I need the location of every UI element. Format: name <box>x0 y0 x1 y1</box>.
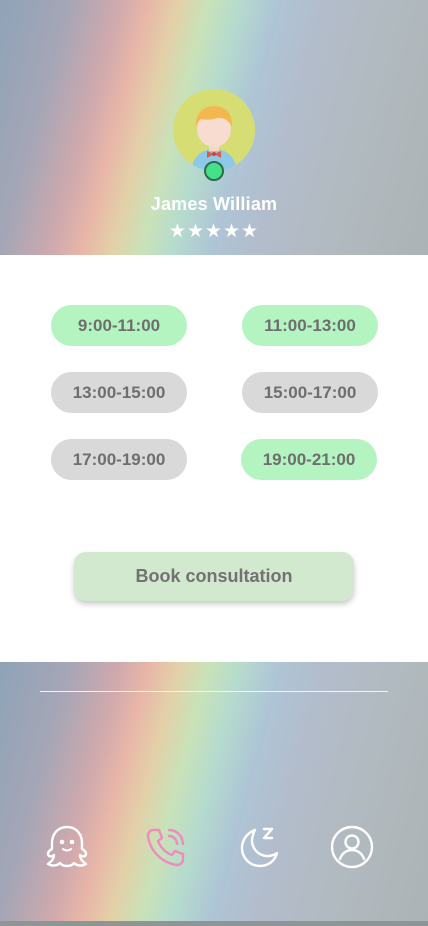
bottom-nav-bar <box>0 662 428 926</box>
avatar[interactable] <box>173 89 255 171</box>
rating-stars: ★★★★★ <box>168 221 260 242</box>
time-slot-15-17[interactable]: 15:00-17:00 <box>242 372 378 413</box>
profile-name: James William <box>150 194 278 214</box>
nav-item-profile[interactable] <box>329 824 375 870</box>
time-slot-17-19[interactable]: 17:00-19:00 <box>51 439 187 480</box>
time-slot-19-21[interactable]: 19:00-21:00 <box>241 439 377 480</box>
boy-avatar-icon <box>191 106 237 171</box>
divider <box>40 691 388 692</box>
book-consultation-button[interactable]: Book consultation <box>74 552 354 601</box>
profile-header: James William ★★★★★ <box>0 0 428 255</box>
time-slot-11-13[interactable]: 11:00-13:00 <box>242 305 378 346</box>
nav-item-sleep[interactable] <box>236 824 282 870</box>
time-slot-9-11[interactable]: 9:00-11:00 <box>51 305 187 346</box>
phone-call-icon <box>146 828 185 867</box>
nav-item-call[interactable] <box>143 824 189 870</box>
bottom-strip <box>0 921 428 926</box>
ghost-icon <box>46 825 88 868</box>
profile-icon <box>330 825 374 869</box>
time-slot-13-15[interactable]: 13:00-15:00 <box>51 372 187 413</box>
nav-item-ghost[interactable] <box>44 824 90 870</box>
online-status-indicator <box>204 161 224 181</box>
moon-sleep-icon <box>240 827 279 868</box>
